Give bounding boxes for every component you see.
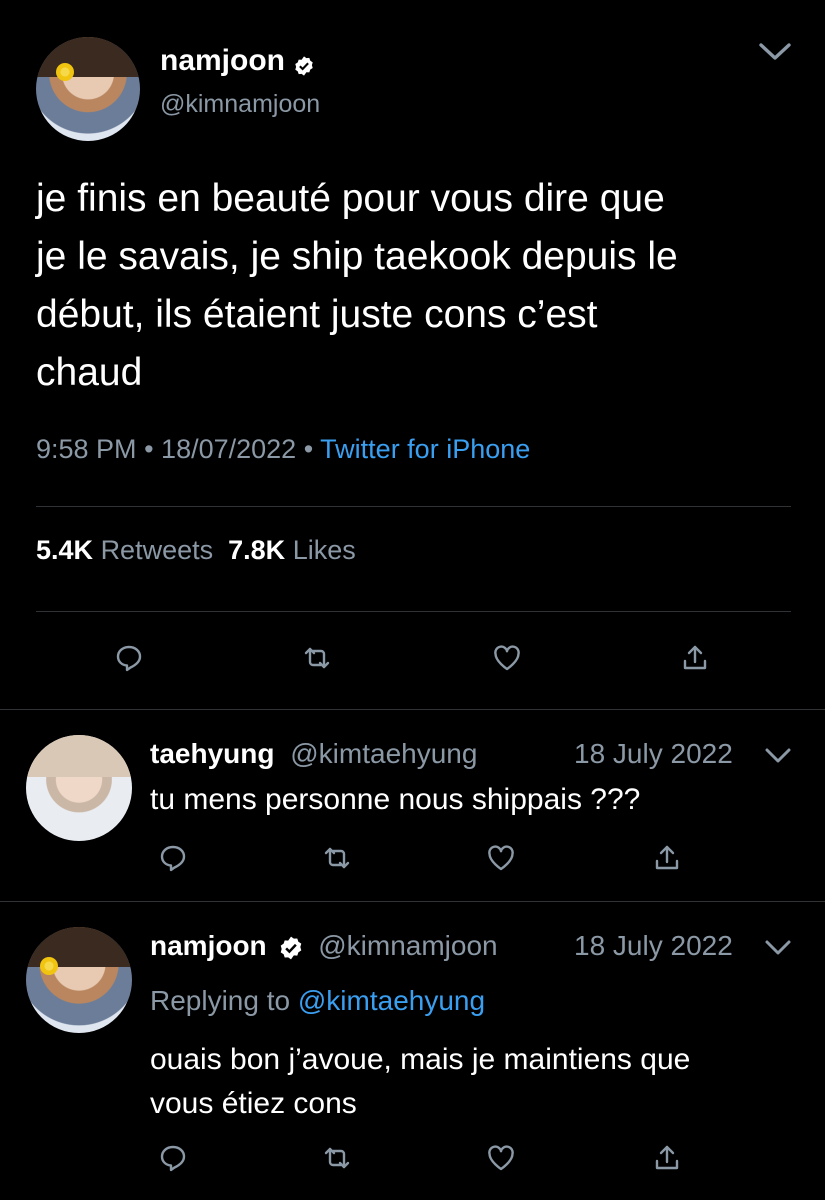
reply-text: ouais bon j’avoue, mais je maintiens que… <box>150 1043 691 1120</box>
retweets-stat[interactable]: 5.4K Retweets <box>36 535 213 565</box>
like-icon[interactable] <box>492 643 522 673</box>
display-name[interactable]: taehyung <box>150 738 274 769</box>
tweet-time[interactable]: 9:58 PM <box>36 434 137 464</box>
chevron-down-icon[interactable] <box>758 40 792 64</box>
like-icon[interactable] <box>486 843 516 873</box>
chevron-down-icon[interactable] <box>764 746 792 766</box>
chevron-down-icon[interactable] <box>764 938 792 958</box>
likes-stat[interactable]: 7.8K Likes <box>228 535 356 565</box>
tweet-stats: 5.4K Retweets 7.8K Likes <box>36 535 356 566</box>
share-icon[interactable] <box>652 843 682 873</box>
divider <box>36 611 791 612</box>
handle[interactable]: @kimnamjoon <box>160 90 320 119</box>
handle[interactable]: @kimtaehyung <box>290 738 477 769</box>
retweet-icon[interactable] <box>322 843 352 873</box>
divider <box>0 901 825 902</box>
reply-header: namjoon @kimnamjoon <box>150 930 498 962</box>
tweet-text: je finis en beauté pour vous dire que je… <box>36 177 678 394</box>
retweet-icon[interactable] <box>302 643 332 673</box>
divider <box>0 709 825 710</box>
reply-date[interactable]: 18 July 2022 <box>574 738 733 770</box>
replying-to-link[interactable]: @kimtaehyung <box>298 985 485 1016</box>
reply-date[interactable]: 18 July 2022 <box>574 930 733 962</box>
avatar[interactable] <box>26 927 132 1033</box>
display-name[interactable]: namjoon <box>160 44 315 78</box>
display-name[interactable]: namjoon <box>150 930 267 961</box>
avatar[interactable] <box>26 735 132 841</box>
share-icon[interactable] <box>652 1143 682 1173</box>
reply-icon[interactable] <box>158 843 188 873</box>
tweet-date[interactable]: 18/07/2022 <box>161 434 296 464</box>
tweet-meta: 9:58 PM • 18/07/2022 • Twitter for iPhon… <box>36 434 531 464</box>
divider <box>36 506 791 507</box>
verified-badge-icon <box>278 935 304 961</box>
tweet-thread-screen: namjoon @kimnamjoon je finis en beauté p… <box>0 0 825 1200</box>
avatar[interactable] <box>36 37 140 141</box>
like-icon[interactable] <box>486 1143 516 1173</box>
retweet-icon[interactable] <box>322 1143 352 1173</box>
replying-to: Replying to @kimtaehyung <box>150 985 486 1016</box>
verified-badge-icon <box>293 51 315 76</box>
reply-icon[interactable] <box>114 643 144 673</box>
tweet-source-link[interactable]: Twitter for iPhone <box>320 434 530 464</box>
reply-text: tu mens personne nous shippais ??? <box>150 783 641 816</box>
share-icon[interactable] <box>680 643 710 673</box>
handle[interactable]: @kimnamjoon <box>318 930 497 961</box>
reply-icon[interactable] <box>158 1143 188 1173</box>
reply-header: taehyung @kimtaehyung <box>150 738 477 770</box>
